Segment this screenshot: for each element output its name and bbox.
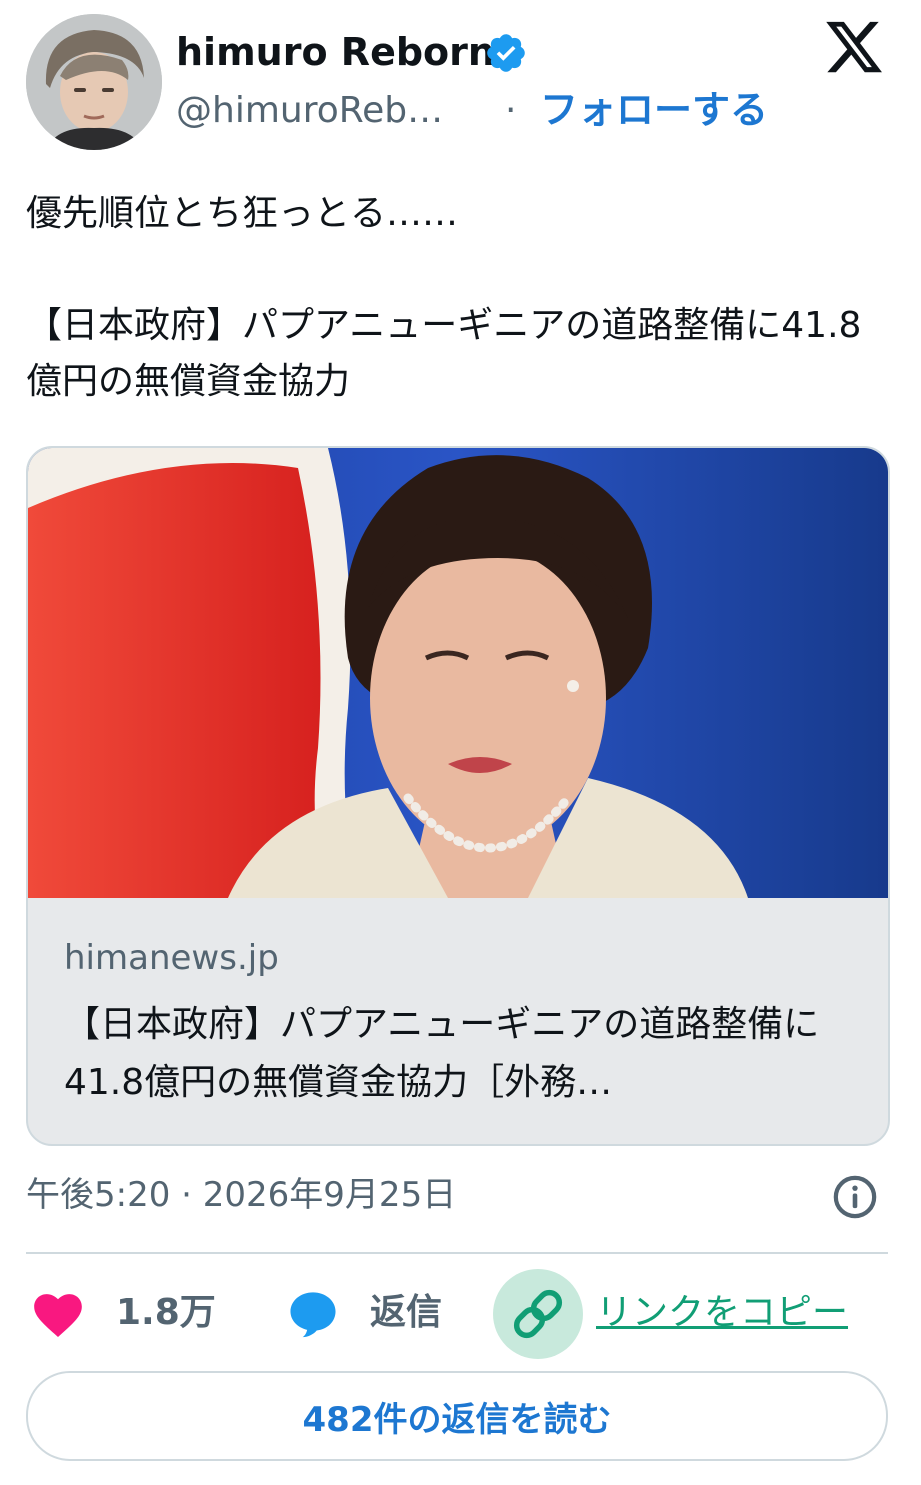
speech-bubble-icon[interactable] xyxy=(286,1288,340,1340)
link-card[interactable]: himanews.jp 【日本政府】パプアニューギニアの道路整備に41.8億円の… xyxy=(26,446,890,1146)
copy-link-button[interactable]: リンクをコピー xyxy=(596,1288,848,1338)
card-image xyxy=(28,448,888,898)
divider xyxy=(26,1252,888,1254)
separator-dot: · xyxy=(505,90,517,131)
avatar[interactable] xyxy=(26,14,162,150)
link-icon xyxy=(513,1289,563,1339)
info-icon[interactable] xyxy=(832,1174,878,1220)
display-name[interactable]: himuro Reborn xyxy=(176,28,495,76)
card-domain: himanews.jp xyxy=(64,938,279,978)
handle[interactable]: @himuroReb… xyxy=(176,88,443,134)
card-title: 【日本政府】パプアニューギニアの道路整備に41.8億円の無償資金協力［外務… xyxy=(64,1004,820,1103)
reply-button[interactable]: 返信 xyxy=(370,1288,442,1338)
like-count[interactable]: 1.8万 xyxy=(116,1288,216,1338)
read-replies-button[interactable]: 482件の返信を読む xyxy=(26,1371,888,1461)
copy-link-icon-button[interactable] xyxy=(493,1269,583,1359)
follow-button[interactable]: フォローする xyxy=(540,86,768,134)
tweet-timestamp[interactable]: 午後5:20 · 2026年9月25日 xyxy=(26,1170,456,1220)
tweet-text: 優先順位とち狂っとる…… 【日本政府】パプアニューギニアの道路整備に41.8億円… xyxy=(26,193,862,402)
x-logo-icon[interactable] xyxy=(822,16,886,78)
verified-badge-icon xyxy=(487,34,525,72)
heart-icon[interactable] xyxy=(32,1290,84,1338)
